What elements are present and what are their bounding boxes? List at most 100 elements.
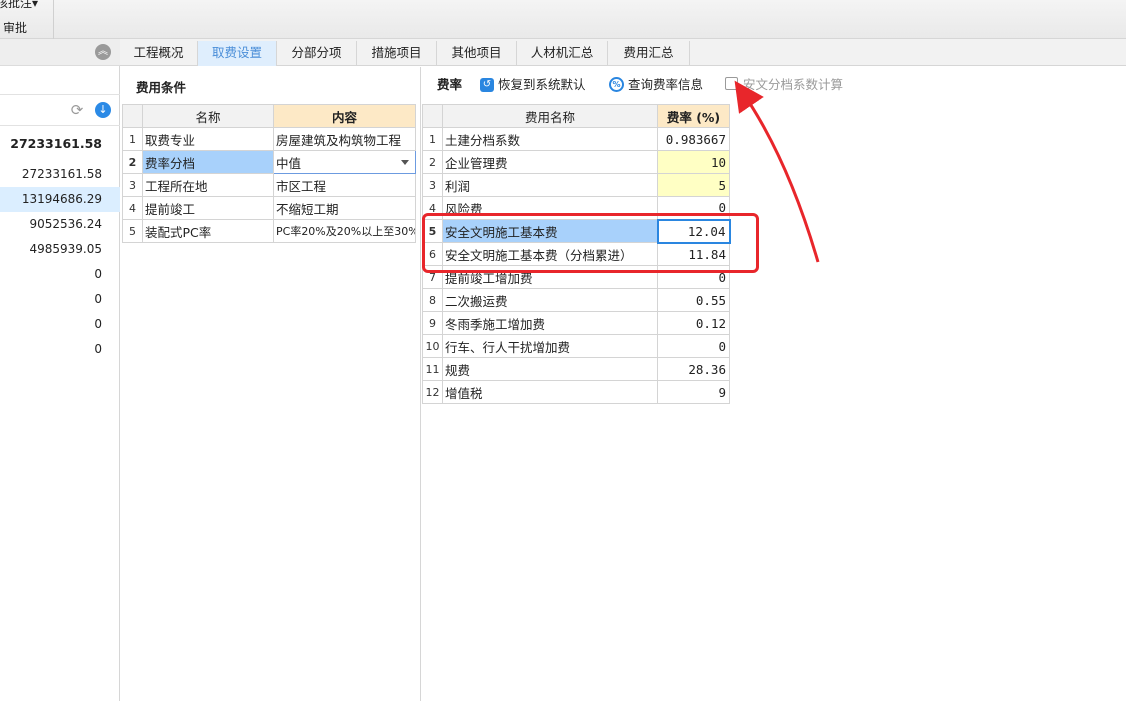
tab-fee-settings[interactable]: 取费设置 — [198, 41, 277, 66]
fee-name: 增值税 — [442, 380, 658, 404]
fee-rate-value[interactable]: 0.983667 — [657, 127, 730, 151]
fee-rate-value[interactable]: 10 — [657, 150, 730, 174]
table-row[interactable]: 2 企业管理费 10 — [422, 150, 730, 174]
fee-name: 规费 — [442, 357, 658, 381]
table-row[interactable]: 12 增值税 9 — [422, 380, 730, 404]
row-number: 9 — [422, 311, 443, 335]
fee-rate-value[interactable]: 5 — [657, 173, 730, 197]
table-row[interactable]: 8 二次搬运费 0.55 — [422, 288, 730, 312]
table-header-row: 费用名称 费率 (%) — [422, 104, 730, 128]
tab-measures[interactable]: 措施项目 — [357, 41, 437, 66]
collapse-up-icon[interactable]: ︽ — [95, 44, 111, 60]
tab-other-items[interactable]: 其他项目 — [437, 41, 517, 66]
sidebar-value-row[interactable]: 0 — [0, 312, 120, 337]
table-row[interactable]: 3 工程所在地 市区工程 — [122, 173, 416, 197]
table-row[interactable]: 9 冬雨季施工增加费 0.12 — [422, 311, 730, 335]
table-row[interactable]: 10 行车、行人干扰增加费 0 — [422, 334, 730, 358]
table-row[interactable]: 11 规费 28.36 — [422, 357, 730, 381]
row-number: 12 — [422, 380, 443, 404]
tab-cost-summary[interactable]: 费用汇总 — [608, 41, 690, 66]
row-number: 4 — [122, 196, 143, 220]
sidebar-value-row[interactable]: 4985939.05 — [0, 237, 120, 262]
row-number-header — [422, 104, 443, 128]
annotate-menu-button[interactable]: 核批注▾ — [0, 0, 38, 11]
fee-rate-value[interactable]: 9 — [657, 380, 730, 404]
condition-content[interactable]: 房屋建筑及构筑物工程 — [273, 127, 416, 151]
restore-icon[interactable]: ↺ — [480, 78, 494, 92]
sidebar-value-row[interactable]: 13194686.29 — [0, 187, 120, 212]
fee-conditions-table: 名称 内容 1 取费专业 房屋建筑及构筑物工程 2 费率分档 中值 3 工程所在… — [122, 104, 416, 243]
left-sidebar: ︽ ⟳ ↓ 27233161.58 27233161.58 13194686.2… — [0, 39, 120, 701]
fee-name: 行车、行人干扰增加费 — [442, 334, 658, 358]
fee-rate-value[interactable]: 0.55 — [657, 288, 730, 312]
sidebar-value-row[interactable]: 0 — [0, 287, 120, 312]
search-icon[interactable]: % — [609, 77, 624, 92]
tab-labor-material-summary[interactable]: 人材机汇总 — [517, 41, 608, 66]
row-number: 3 — [122, 173, 143, 197]
row-number-header — [122, 104, 143, 128]
fee-rate-value[interactable]: 11.84 — [657, 242, 730, 266]
sidebar-value-row[interactable]: 27233161.58 — [0, 162, 120, 187]
fee-conditions-title: 费用条件 — [136, 80, 187, 95]
fee-name: 风险费 — [442, 196, 658, 220]
table-row[interactable]: 1 取费专业 房屋建筑及构筑物工程 — [122, 127, 416, 151]
row-number: 10 — [422, 334, 443, 358]
column-header-name: 名称 — [142, 104, 274, 128]
table-row[interactable]: 6 安全文明施工基本费（分档累进） 11.84 — [422, 242, 730, 266]
download-icon[interactable]: ↓ — [95, 102, 111, 118]
table-header-row: 名称 内容 — [122, 104, 416, 128]
fee-rate-value[interactable]: 12.04 — [656, 218, 731, 244]
sidebar-total-value[interactable]: 27233161.58 — [0, 131, 120, 156]
sidebar-header: ︽ — [0, 39, 120, 66]
fee-rate-value[interactable]: 0 — [657, 265, 730, 289]
tab-sub-items[interactable]: 分部分项 — [277, 41, 357, 66]
fee-rate-title: 费率 — [437, 77, 463, 92]
row-number: 2 — [422, 150, 443, 174]
refresh-icon[interactable]: ⟳ — [69, 102, 85, 118]
condition-name: 装配式PC率 — [142, 219, 274, 243]
column-header-rate: 费率 (%) — [657, 104, 730, 128]
row-number: 5 — [422, 219, 443, 243]
rate-tier-dropdown[interactable]: 中值 — [273, 150, 416, 174]
condition-content[interactable]: 市区工程 — [273, 173, 416, 197]
fee-name: 安全文明施工基本费（分档累进） — [442, 242, 658, 266]
fee-name: 提前竣工增加费 — [442, 265, 658, 289]
tab-project-overview[interactable]: 工程概况 — [120, 41, 198, 66]
table-row[interactable]: 5 装配式PC率 PC率20%及20%以上至30% — [122, 219, 416, 243]
table-row[interactable]: 7 提前竣工增加费 0 — [422, 265, 730, 289]
ribbon-divider — [53, 0, 54, 39]
fee-rate-value[interactable]: 0 — [657, 196, 730, 220]
fee-name: 利润 — [442, 173, 658, 197]
query-rate-info-button[interactable]: 查询费率信息 — [628, 77, 703, 93]
fee-rate-value[interactable]: 28.36 — [657, 357, 730, 381]
sidebar-value-row[interactable]: 0 — [0, 262, 120, 287]
table-row[interactable]: 4 风险费 0 — [422, 196, 730, 220]
fee-name: 二次搬运费 — [442, 288, 658, 312]
condition-content[interactable]: 不缩短工期 — [273, 196, 416, 220]
sidebar-spacer — [0, 67, 120, 95]
approve-button[interactable]: 审批 — [3, 19, 27, 36]
chevron-down-icon[interactable] — [401, 160, 409, 165]
condition-name: 工程所在地 — [142, 173, 274, 197]
table-row[interactable]: 1 土建分档系数 0.983667 — [422, 127, 730, 151]
table-row[interactable]: 2 费率分档 中值 — [122, 150, 416, 174]
fee-rate-table: 费用名称 费率 (%) 1 土建分档系数 0.983667 2 企业管理费 10… — [422, 104, 731, 404]
safety-tier-checkbox[interactable] — [725, 77, 738, 90]
restore-default-button[interactable]: 恢复到系统默认 — [498, 77, 586, 93]
sidebar-tools: ⟳ ↓ — [0, 96, 120, 126]
condition-name: 费率分档 — [142, 150, 274, 174]
row-number: 5 — [122, 219, 143, 243]
table-row[interactable]: 4 提前竣工 不缩短工期 — [122, 196, 416, 220]
sidebar-value-row[interactable]: 0 — [0, 337, 120, 362]
row-number: 4 — [422, 196, 443, 220]
row-number: 2 — [122, 150, 143, 174]
sidebar-value-row[interactable]: 9052536.24 — [0, 212, 120, 237]
fee-rate-value[interactable]: 0.12 — [657, 311, 730, 335]
safety-tier-checkbox-label: 安文分档系数计算 — [743, 77, 844, 92]
table-row[interactable]: 3 利润 5 — [422, 173, 730, 197]
fee-name: 土建分档系数 — [442, 127, 658, 151]
fee-rate-value[interactable]: 0 — [657, 334, 730, 358]
row-number: 3 — [422, 173, 443, 197]
table-row-selected[interactable]: 5 安全文明施工基本费 12.04 — [422, 218, 731, 244]
condition-content[interactable]: PC率20%及20%以上至30% — [273, 219, 416, 243]
